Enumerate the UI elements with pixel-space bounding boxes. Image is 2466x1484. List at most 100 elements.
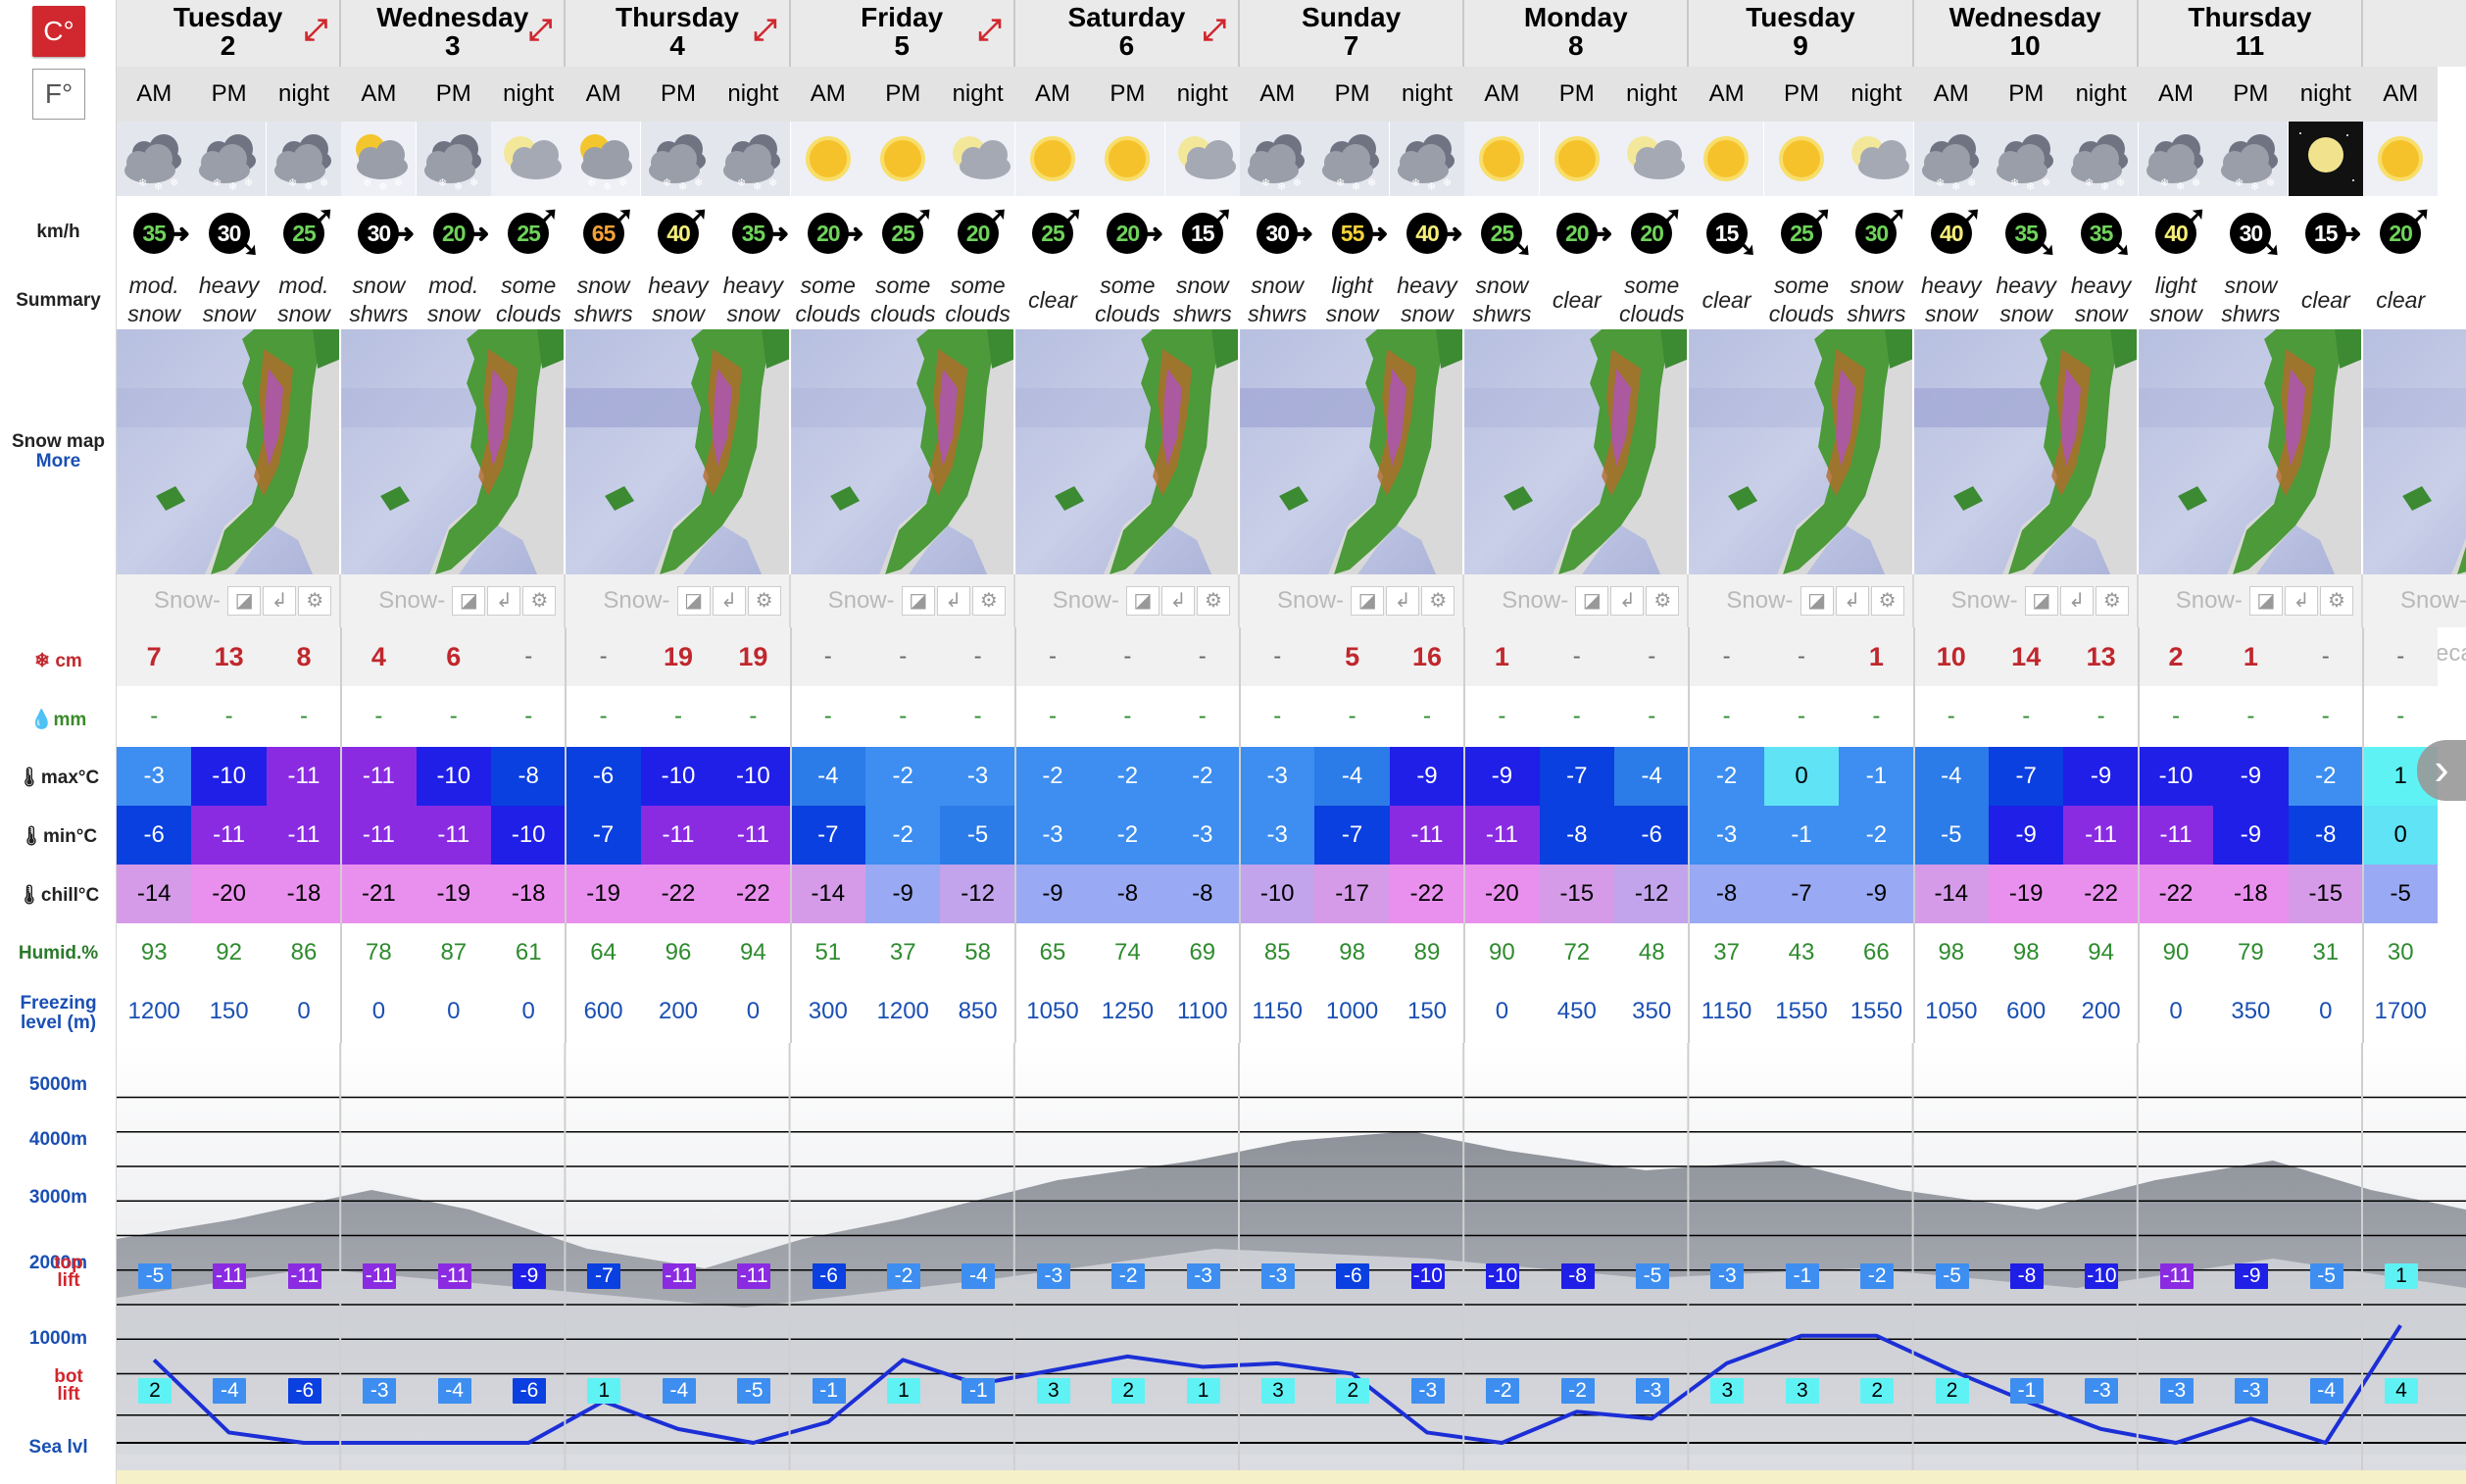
arrow-turn-icon[interactable]: ↲ <box>2059 586 2094 616</box>
expand-icon[interactable]: ⤢ <box>754 16 777 45</box>
top-lift-temp: -6 <box>1336 1263 1370 1289</box>
top-lift-temp: -11 <box>737 1263 771 1289</box>
snow-map-thumbnail[interactable] <box>1240 329 1465 574</box>
weather-summary: snow shwrs <box>1839 271 1914 329</box>
period-label: PM <box>865 67 941 122</box>
summary-line: clouds <box>495 301 562 326</box>
wind-cell: 55 ➜ <box>1314 196 1389 271</box>
expand-icon[interactable]: ⤢ <box>304 16 327 45</box>
humidity-label: Humid.% <box>18 943 99 964</box>
bottom-lift-temp: -1 <box>812 1378 846 1404</box>
fahrenheit-button[interactable]: F° <box>32 69 85 120</box>
rain-amount: - <box>566 686 641 747</box>
arrow-turn-icon[interactable]: ↲ <box>712 586 746 616</box>
map-type-icon[interactable]: ◪ <box>1125 586 1159 616</box>
wind-direction-arrow-icon: ➜ <box>1591 219 1613 248</box>
snow-map-thumbnail[interactable] <box>1464 329 1690 574</box>
arrow-turn-icon[interactable]: ↲ <box>1610 586 1645 616</box>
day-header[interactable]: Thursday 4 ⤢ <box>566 0 791 67</box>
svg-text:❄: ❄ <box>394 176 403 189</box>
bottom-lift-temp: 4 <box>2385 1378 2418 1404</box>
bottom-lift-temp: 3 <box>1036 1378 1070 1404</box>
top-lift-temp: -2 <box>1860 1263 1895 1289</box>
arrow-turn-icon[interactable]: ↲ <box>263 586 297 616</box>
settings-icon[interactable]: ⚙ <box>1196 586 1230 616</box>
settings-icon[interactable]: ⚙ <box>1646 586 1680 616</box>
next-arrow-button[interactable]: › <box>2417 740 2466 801</box>
expand-icon[interactable]: ⤢ <box>1203 16 1226 45</box>
bot-lift-label: bot lift <box>54 1366 83 1405</box>
map-type-icon[interactable]: ◪ <box>2248 586 2283 616</box>
day-header[interactable]: Monday 8 <box>1464 0 1690 67</box>
day-header[interactable]: Saturday 6 ⤢ <box>1014 0 1240 67</box>
map-type-icon[interactable]: ◪ <box>676 586 711 616</box>
expand-icon[interactable]: ⤢ <box>978 16 1002 45</box>
map-type-icon[interactable]: ◪ <box>901 586 935 616</box>
rain-amount: - <box>940 686 1015 747</box>
day-header[interactable]: Tuesday 9 <box>1689 0 1914 67</box>
map-type-icon[interactable]: ◪ <box>227 586 262 616</box>
snow-map-thumbnail[interactable] <box>1014 329 1240 574</box>
day-header[interactable]: Tuesday 2 ⤢ <box>117 0 342 67</box>
settings-icon[interactable]: ⚙ <box>747 586 781 616</box>
humidity: 90 <box>2138 923 2214 982</box>
map-watermark-bar: Snow-Forecast.com◪↲⚙ <box>1240 574 1465 667</box>
freezing-level: 600 <box>566 982 641 1041</box>
arrow-turn-icon[interactable]: ↲ <box>1835 586 1869 616</box>
map-type-icon[interactable]: ◪ <box>1351 586 1385 616</box>
settings-icon[interactable]: ⚙ <box>1870 586 1904 616</box>
top-lift-temp: -6 <box>812 1263 846 1289</box>
wind-chill: -9 <box>1014 865 1091 923</box>
map-type-icon[interactable]: ◪ <box>1575 586 1609 616</box>
snow-map-thumbnail[interactable] <box>2363 329 2466 574</box>
wind-cell: 30 ➚ <box>1839 196 1913 271</box>
settings-icon[interactable]: ⚙ <box>971 586 1006 616</box>
settings-icon[interactable]: ⚙ <box>2095 586 2129 616</box>
period-label: AM <box>2138 67 2214 122</box>
weather-summary: heavy snow <box>640 271 716 329</box>
day-header[interactable]: Wednesday 10 <box>1913 0 2139 67</box>
arrow-turn-icon[interactable]: ↲ <box>1386 586 1420 616</box>
snow-map-thumbnail[interactable] <box>341 329 567 574</box>
day-header[interactable]: Sunday 7 <box>1240 0 1465 67</box>
snow-map-thumbnail[interactable] <box>1689 329 1914 574</box>
day-header[interactable] <box>2363 0 2466 67</box>
arrow-turn-icon[interactable]: ↲ <box>936 586 970 616</box>
snowmap-more-link[interactable]: More <box>0 451 117 472</box>
summary-line: clouds <box>1095 301 1160 326</box>
snow-map-thumbnail[interactable] <box>117 329 342 574</box>
celsius-button[interactable]: C° <box>32 6 85 57</box>
settings-icon[interactable]: ⚙ <box>298 586 332 616</box>
map-type-icon[interactable]: ◪ <box>1800 586 1834 616</box>
arrow-turn-icon[interactable]: ↲ <box>2284 586 2318 616</box>
day-header[interactable]: Thursday 11 <box>2138 0 2363 67</box>
max-temperature: -2 <box>1689 747 1764 806</box>
bottom-lift-temp: -1 <box>2010 1378 2044 1404</box>
snow-map-thumbnail[interactable] <box>1913 329 2139 574</box>
summary-line: clouds <box>869 301 936 326</box>
wind-cell: 35 ➜ <box>117 196 191 271</box>
settings-icon[interactable]: ⚙ <box>522 586 557 616</box>
rain-amount: - <box>341 686 417 747</box>
min-temperature: 0 <box>2363 806 2439 865</box>
snow-map-thumbnail[interactable] <box>566 329 791 574</box>
snow-map-thumbnail[interactable] <box>790 329 1015 574</box>
arrow-turn-icon[interactable]: ↲ <box>1160 586 1195 616</box>
day-header[interactable]: Friday 5 ⤢ <box>790 0 1015 67</box>
day-header[interactable]: Wednesday 3 ⤢ <box>341 0 567 67</box>
map-type-icon[interactable]: ◪ <box>2024 586 2058 616</box>
min-temperature: -9 <box>1989 806 2064 865</box>
svg-text:❄: ❄ <box>2116 176 2125 189</box>
arrow-turn-icon[interactable]: ↲ <box>487 586 521 616</box>
snow-map-thumbnail[interactable] <box>2138 329 2363 574</box>
settings-icon[interactable]: ⚙ <box>1421 586 1455 616</box>
max-temperature: -2 <box>865 747 941 806</box>
top-lift-temp: -2 <box>887 1263 920 1289</box>
max-temperature: -11 <box>266 747 342 806</box>
expand-icon[interactable]: ⤢ <box>528 16 552 45</box>
settings-icon[interactable]: ⚙ <box>2319 586 2353 616</box>
map-type-icon[interactable]: ◪ <box>452 586 486 616</box>
svg-text:❄: ❄ <box>2160 176 2169 189</box>
summary-line: some <box>1773 272 1830 298</box>
wind-direction-arrow-icon: ➜ <box>1441 219 1463 248</box>
